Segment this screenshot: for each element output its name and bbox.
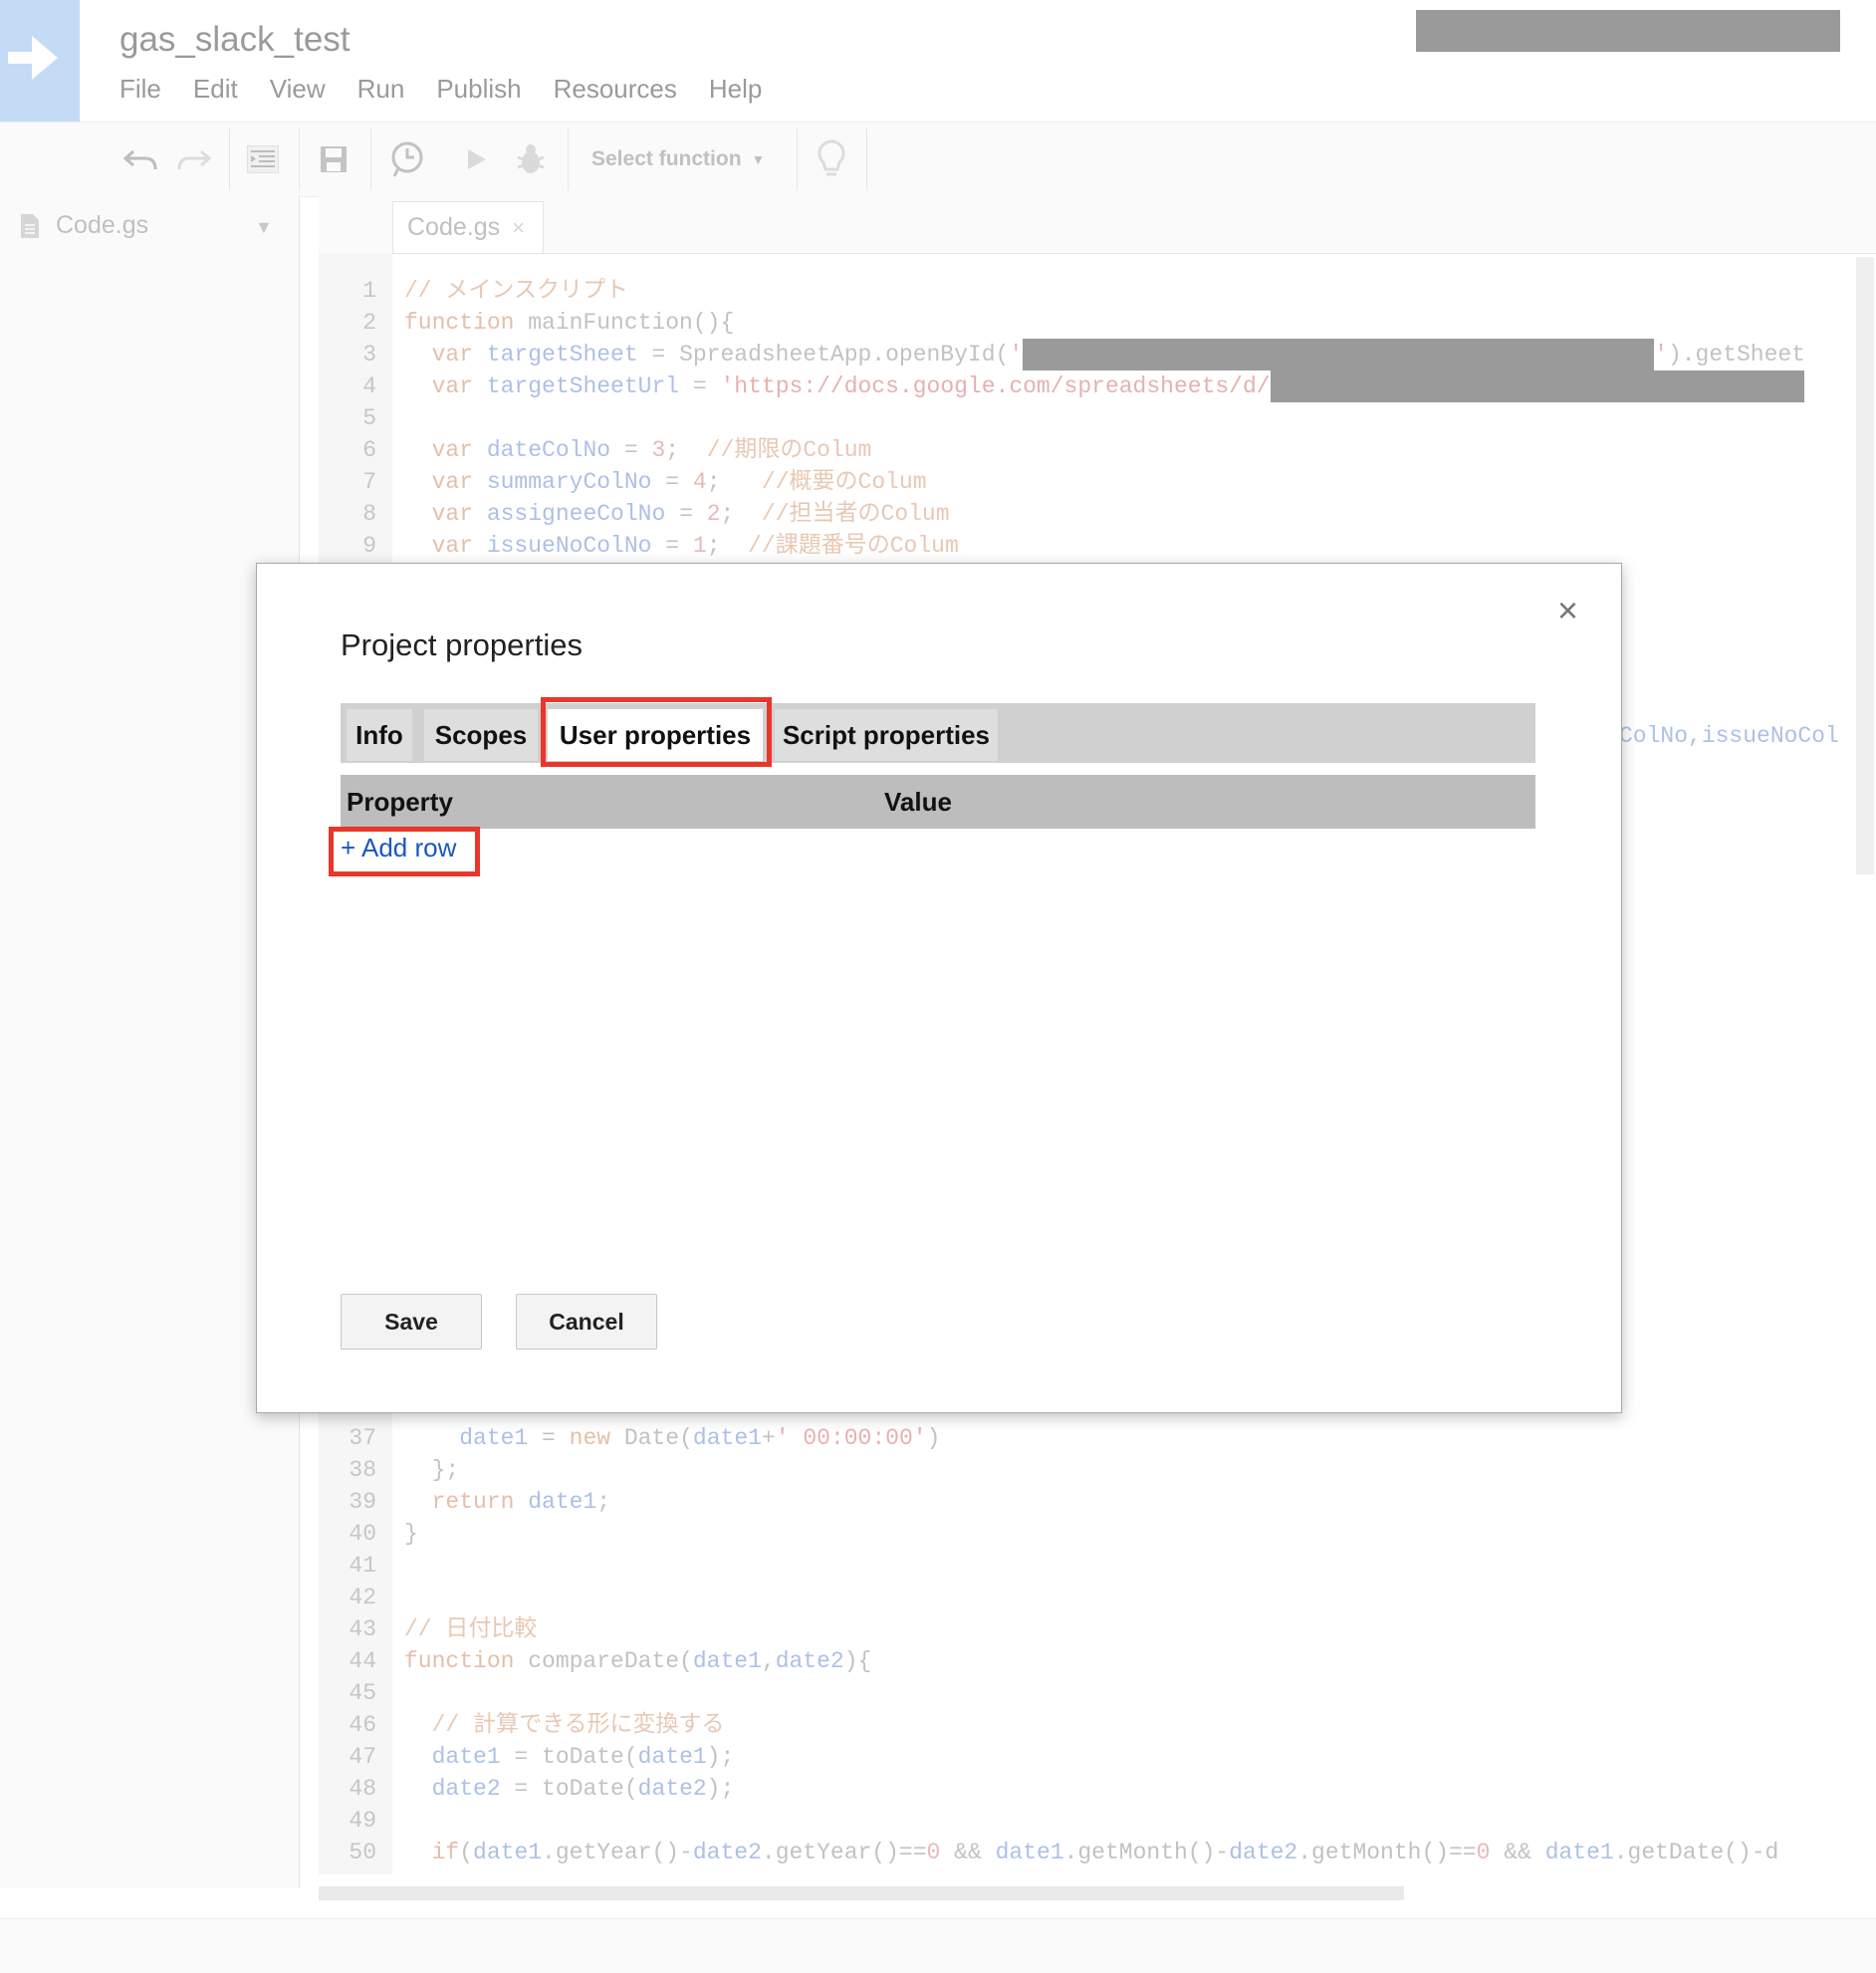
toolbar: Select function ▼	[0, 122, 1876, 197]
menu-help[interactable]: Help	[709, 74, 762, 105]
code-line[interactable]: 45	[319, 1677, 1852, 1709]
menu-run[interactable]: Run	[357, 74, 405, 105]
highlight-box-user-properties	[541, 697, 772, 767]
code-line[interactable]: 48 date2 = toDate(date2);	[319, 1773, 1852, 1805]
code-line[interactable]: 37 date1 = new Date(date1+' 00:00:00')	[319, 1422, 1852, 1454]
caret-down-icon: ▼	[751, 151, 766, 167]
tab-scopes[interactable]: Scopes	[424, 709, 538, 761]
menu-file[interactable]: File	[119, 74, 161, 105]
vertical-scrollbar[interactable]	[1856, 257, 1874, 874]
menu-bar: File Edit View Run Publish Resources Hel…	[119, 74, 762, 105]
tab-script-properties[interactable]: Script properties	[775, 709, 998, 761]
code-line[interactable]: 40}	[319, 1518, 1852, 1550]
menu-edit[interactable]: Edit	[193, 74, 238, 105]
code-line[interactable]: 38 };	[319, 1454, 1852, 1486]
app-logo	[0, 0, 80, 122]
file-panel	[0, 195, 300, 1888]
file-item-code-gs[interactable]: Code.gs	[20, 211, 148, 240]
redacted-spreadsheet-url	[1270, 370, 1804, 402]
cancel-button[interactable]: Cancel	[516, 1294, 657, 1350]
select-function-label: Select function	[591, 147, 742, 170]
select-function-dropdown[interactable]: Select function ▼	[591, 123, 781, 196]
project-title[interactable]: gas_slack_test	[119, 20, 351, 60]
debug-bug-icon[interactable]	[508, 123, 554, 196]
lightbulb-icon[interactable]	[809, 123, 854, 196]
code-line[interactable]: 9 var issueNoColNo = 1; //課題番号のColum	[319, 530, 1852, 562]
editor-tab-strip	[319, 195, 1876, 254]
code-line[interactable]: 1// メインスクリプト	[319, 275, 1852, 307]
column-header-value: Value	[884, 786, 952, 817]
code-line[interactable]: 4 var targetSheetUrl = 'https://docs.goo…	[319, 370, 1852, 402]
arrow-right-icon	[8, 36, 58, 80]
highlight-box-add-row	[329, 827, 480, 876]
close-tab-icon[interactable]: ×	[512, 215, 525, 241]
code-line[interactable]: 3 var targetSheet = SpreadsheetApp.openB…	[319, 339, 1852, 370]
menu-publish[interactable]: Publish	[436, 74, 521, 105]
run-icon[interactable]	[454, 123, 500, 196]
save-button[interactable]: Save	[341, 1294, 482, 1350]
dialog-title: Project properties	[341, 627, 583, 662]
status-bar	[0, 1918, 1876, 1973]
save-icon[interactable]	[311, 123, 356, 196]
file-item-label: Code.gs	[56, 211, 149, 239]
project-properties-dialog	[256, 563, 1622, 1413]
redo-icon[interactable]	[171, 123, 217, 196]
redacted-account	[1416, 10, 1840, 52]
editor-tab-code-gs[interactable]: Code.gs ×	[392, 201, 544, 253]
code-line[interactable]: 7 var summaryColNo = 4; //概要のColum	[319, 466, 1852, 498]
code-line[interactable]: 44 function compareDate(date1,date2){	[319, 1645, 1852, 1677]
editor-tab-label: Code.gs	[407, 213, 501, 241]
code-line[interactable]: 50 if(date1.getYear()-date2.getYear()==0…	[319, 1837, 1852, 1868]
code-line[interactable]: 42	[319, 1582, 1852, 1613]
code-line[interactable]: 41	[319, 1550, 1852, 1582]
column-header-property: Property	[347, 786, 453, 817]
code-line[interactable]: 39 return date1;	[319, 1486, 1852, 1518]
menu-view[interactable]: View	[270, 74, 326, 105]
code-line[interactable]: 6 var dateColNo = 3; //期限のColum	[319, 434, 1852, 466]
file-menu-caret-icon[interactable]: ▼	[255, 217, 273, 238]
code-line[interactable]: 5	[319, 402, 1852, 434]
code-fragment: ColNo,issueNoCol	[1619, 723, 1839, 749]
code-line[interactable]: 49	[319, 1805, 1852, 1837]
menu-resources[interactable]: Resources	[554, 74, 677, 105]
code-line[interactable]: 47 date1 = toDate(date1);	[319, 1741, 1852, 1773]
code-line[interactable]: 46 // 計算できる形に変換する	[319, 1709, 1852, 1741]
undo-icon[interactable]	[117, 123, 163, 196]
close-icon[interactable]: ×	[1557, 590, 1578, 631]
redacted-spreadsheet-id	[1023, 339, 1655, 370]
file-icon	[21, 213, 39, 238]
code-line[interactable]: 2 function mainFunction(){	[319, 307, 1852, 339]
tab-info[interactable]: Info	[347, 709, 412, 761]
horizontal-scrollbar[interactable]	[319, 1886, 1404, 1900]
code-line[interactable]: 8 var assigneeColNo = 2; //担当者のColum	[319, 498, 1852, 530]
clock-icon[interactable]	[384, 123, 430, 196]
indent-icon[interactable]	[239, 123, 287, 196]
code-line[interactable]: 43// 日付比較	[319, 1613, 1852, 1645]
